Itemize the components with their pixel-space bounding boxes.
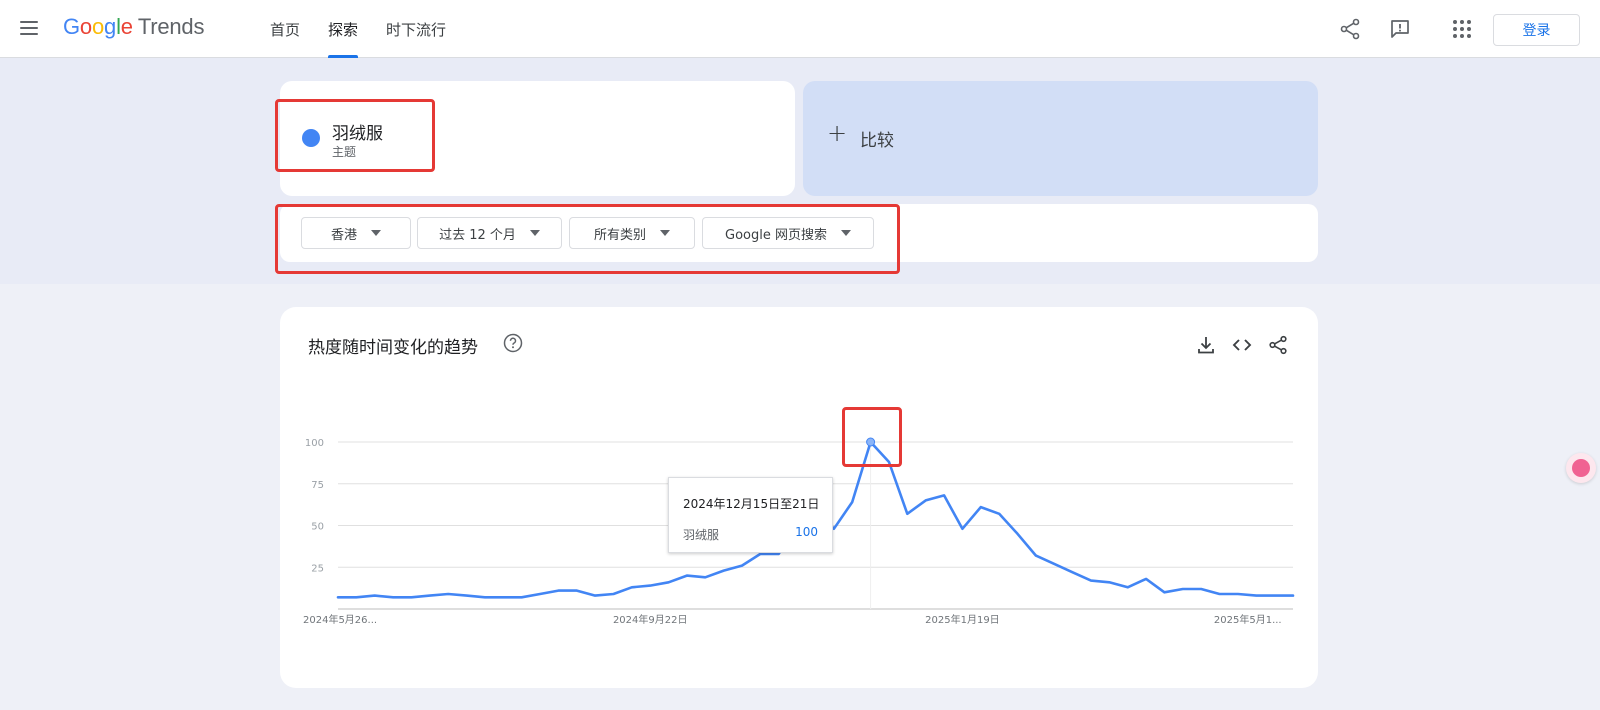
search-term[interactable]: 羽绒服 bbox=[332, 119, 383, 144]
y-tick-label: 100 bbox=[305, 438, 324, 449]
dropdown-arrow-icon bbox=[840, 230, 851, 236]
logo-letter: e bbox=[120, 14, 133, 39]
filters-bar: 香港 过去 12 个月 所有类别 Google 网页搜索 bbox=[280, 204, 1318, 262]
search-term-type: 主题 bbox=[332, 145, 357, 159]
tab-explore[interactable]: 探索 bbox=[328, 0, 359, 58]
tab-trending-now[interactable]: 时下流行 bbox=[386, 0, 446, 58]
menu-icon[interactable] bbox=[18, 18, 40, 40]
logo-letter: o bbox=[91, 14, 105, 39]
y-axis-labels: 25 50 75 100 bbox=[305, 438, 324, 574]
logo-letter: G bbox=[63, 14, 80, 39]
dropdown-arrow-icon bbox=[660, 230, 670, 236]
tooltip-date: 2024年12月15日至21日 bbox=[683, 497, 820, 511]
x-axis-labels: 2024年5月26... 2024年9月22日 2025年1月19日 2025年5月1… bbox=[303, 613, 1282, 626]
filter-region[interactable]: 香港 bbox=[301, 217, 411, 249]
top-bar: Google Trends 首页 探索 时下流行 登录 bbox=[0, 0, 1600, 58]
interest-over-time-card: 热度随时间变化的趋势 25 50 75 100 2024年5月26... 2024年9月… bbox=[280, 307, 1318, 688]
y-tick-label: 50 bbox=[311, 522, 324, 533]
main-nav: 首页 探索 时下流行 bbox=[270, 0, 446, 58]
dropdown-arrow-icon bbox=[371, 230, 381, 236]
filter-time-range[interactable]: 过去 12 个月 bbox=[417, 217, 562, 249]
filter-search-type[interactable]: Google 网页搜索 bbox=[702, 217, 874, 249]
filter-category-label: 所有类别 bbox=[593, 227, 646, 243]
x-tick-label: 2025年5月1... bbox=[1214, 613, 1282, 626]
feedback-icon[interactable] bbox=[1388, 17, 1412, 41]
x-tick-label: 2024年9月22日 bbox=[613, 613, 688, 626]
tooltip-value: 100 bbox=[795, 525, 818, 539]
compare-label: 比较 bbox=[860, 131, 894, 151]
compare-button[interactable]: + 比较 bbox=[803, 81, 1318, 196]
google-trends-logo[interactable]: Google Trends bbox=[63, 14, 204, 40]
x-tick-label: 2024年5月26... bbox=[303, 613, 377, 626]
filter-category[interactable]: 所有类别 bbox=[569, 217, 695, 249]
filter-time-label: 过去 12 个月 bbox=[439, 227, 516, 243]
x-tick-label: 2025年1月19日 bbox=[925, 613, 1000, 626]
highlighted-data-point bbox=[866, 437, 876, 447]
share-icon[interactable] bbox=[1338, 17, 1362, 41]
dropdown-arrow-icon bbox=[529, 230, 540, 236]
filter-region-label: 香港 bbox=[330, 227, 357, 243]
tab-home[interactable]: 首页 bbox=[270, 0, 300, 58]
filter-search-type-label: Google 网页搜索 bbox=[725, 227, 827, 243]
y-tick-label: 75 bbox=[311, 480, 324, 491]
term-color-dot bbox=[302, 129, 320, 147]
chart-tooltip: 2024年12月15日至21日 羽绒服 100 bbox=[668, 477, 833, 553]
apps-icon[interactable] bbox=[1450, 17, 1474, 41]
translate-widget-icon[interactable] bbox=[1566, 453, 1596, 483]
search-term-card[interactable]: 羽绒服 主题 bbox=[280, 81, 795, 196]
logo-letter: g bbox=[104, 14, 117, 39]
tooltip-term: 羽绒服 bbox=[683, 528, 720, 542]
y-tick-label: 25 bbox=[311, 563, 324, 574]
logo-trends-text: Trends bbox=[137, 14, 205, 39]
logo-letter: o bbox=[79, 14, 92, 39]
login-button[interactable]: 登录 bbox=[1493, 14, 1580, 46]
plus-icon: + bbox=[827, 119, 848, 147]
